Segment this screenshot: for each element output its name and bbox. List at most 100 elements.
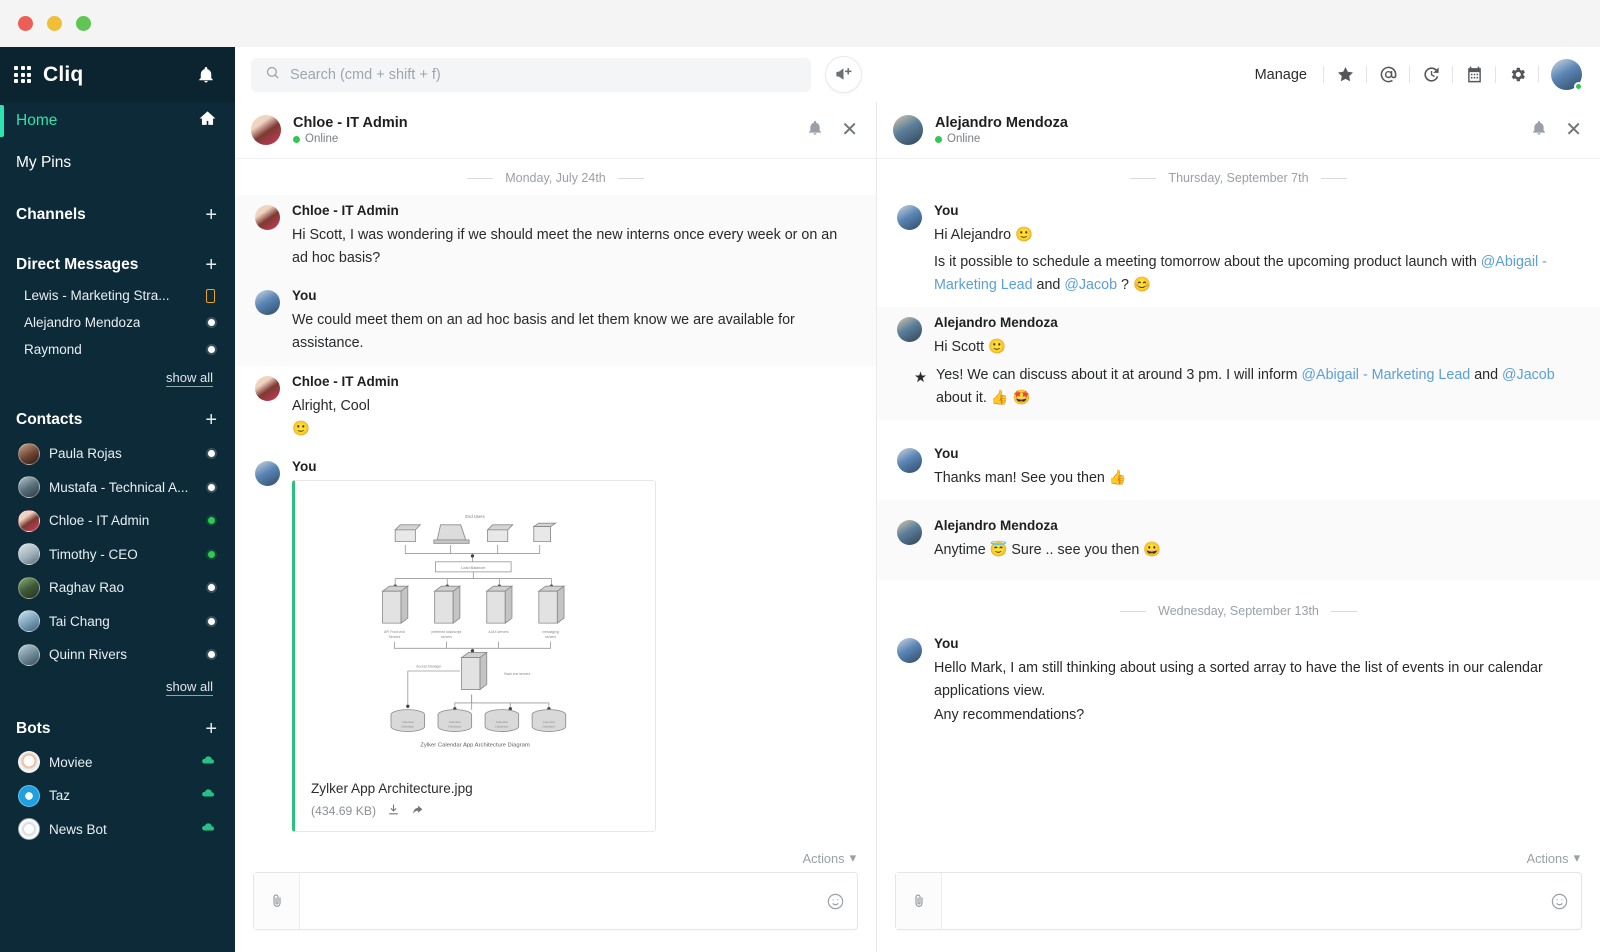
add-bot-button[interactable]: + (205, 719, 217, 739)
dm-show-all[interactable]: show all (0, 363, 235, 387)
chevron-down-icon: ▾ (849, 850, 856, 865)
maximize-window-button[interactable] (76, 16, 91, 31)
add-dm-button[interactable]: + (205, 255, 217, 275)
search-icon (265, 65, 280, 85)
status-label: Online (947, 133, 981, 145)
sidebar-contact-quinn-rivers[interactable]: Quinn Rivers (0, 638, 235, 672)
smiley-icon[interactable] (813, 892, 857, 911)
manage-button[interactable]: Manage (1255, 67, 1323, 83)
status-dot-away (208, 617, 215, 625)
section-header-direct-messages[interactable]: Direct Messages + (0, 248, 235, 282)
day-separator: Monday, July 24th (235, 159, 876, 195)
avatar[interactable] (255, 205, 280, 230)
message-item: You We could meet them on an ad hoc basi… (235, 280, 876, 366)
attachment-thumbnail[interactable]: End Users Load Balancer API Front-end Se… (311, 494, 639, 763)
section-header-contacts[interactable]: Contacts + (0, 403, 235, 437)
mention-jacob[interactable]: @Jacob (1502, 367, 1555, 383)
user-avatar[interactable] (1551, 59, 1583, 91)
message-sender: You (292, 458, 317, 474)
contacts-show-all[interactable]: show all (0, 672, 235, 696)
mention-abigail[interactable]: @Abigail - Marketing Lead (1302, 367, 1471, 383)
chat-header-actions: ✕ (807, 120, 858, 141)
sidebar-dm-lewis[interactable]: Lewis - Marketing Stra... (0, 282, 235, 309)
message-list-left[interactable]: Monday, July 24th Chloe - IT Admin Hi Sc… (235, 159, 876, 850)
contact-name: Chloe - IT Admin (49, 513, 150, 529)
mention-jacob[interactable]: @Jacob (1064, 277, 1117, 293)
avatar[interactable] (251, 115, 281, 145)
smiley-icon[interactable] (1537, 892, 1581, 911)
avatar[interactable] (897, 638, 922, 664)
presence-dot (293, 135, 300, 143)
actions-dropdown-right[interactable]: Actions ▾ (1527, 850, 1580, 866)
history-icon[interactable] (1410, 58, 1452, 92)
avatar[interactable] (897, 520, 922, 546)
actions-label: Actions (1526, 850, 1569, 866)
minimize-window-button[interactable] (47, 16, 62, 31)
grid-apps-icon[interactable] (14, 66, 31, 83)
sidebar-contact-tai-chang[interactable]: Tai Chang (0, 605, 235, 639)
section-header-bots[interactable]: Bots + (0, 712, 235, 746)
chat-title: Chloe - IT Admin (293, 115, 408, 131)
sidebar-contact-mustafa[interactable]: Mustafa - Technical A... (0, 471, 235, 505)
message-text: Hi Scott, I was wondering if we should m… (292, 227, 838, 267)
sidebar-item-home[interactable]: Home (0, 102, 235, 140)
calendar-icon[interactable] (1453, 58, 1495, 92)
attachment-card[interactable]: End Users Load Balancer API Front-end Se… (292, 479, 656, 832)
megaphone-plus-icon[interactable] (825, 56, 862, 93)
sidebar-dm-alejandro[interactable]: Alejandro Mendoza (0, 309, 235, 336)
chat-header-actions: ✕ (1531, 120, 1582, 141)
attachment-size: (434.69 KB) (311, 803, 377, 818)
day-separator: Wednesday, September 13th (877, 580, 1600, 628)
chat-title: Alejandro Mendoza (935, 115, 1068, 131)
starred-icon[interactable]: ★ (914, 364, 936, 390)
avatar[interactable] (255, 460, 280, 486)
bell-icon[interactable] (807, 120, 823, 141)
avatar[interactable] (255, 375, 280, 401)
brand-area[interactable]: Cliq (14, 63, 83, 87)
actions-dropdown-left[interactable]: Actions ▾ (803, 850, 856, 866)
add-channel-button[interactable]: + (205, 205, 217, 225)
sidebar-contact-chloe[interactable]: Chloe - IT Admin (0, 504, 235, 538)
paperclip-icon[interactable] (896, 873, 942, 929)
forward-icon[interactable] (411, 803, 424, 819)
sidebar-bot-news-bot[interactable]: News Bot (0, 813, 235, 847)
close-icon[interactable]: ✕ (1565, 120, 1582, 140)
download-icon[interactable] (387, 803, 400, 819)
sidebar-bot-moviee[interactable]: Moviee (0, 746, 235, 780)
sidebar-dm-raymond[interactable]: Raymond (0, 336, 235, 363)
avatar[interactable] (255, 290, 280, 316)
search-box[interactable] (251, 57, 811, 92)
bell-icon[interactable] (191, 60, 221, 90)
at-mention-icon[interactable] (1367, 58, 1409, 92)
section-header-channels[interactable]: Channels + (0, 198, 235, 232)
add-contact-button[interactable]: + (205, 410, 217, 430)
sidebar-contact-timothy[interactable]: Timothy - CEO (0, 538, 235, 572)
sidebar-contact-paula-rojas[interactable]: Paula Rojas (0, 437, 235, 471)
svg-text:Database: Database (495, 724, 508, 728)
avatar[interactable] (897, 317, 922, 343)
message-input-right[interactable] (942, 893, 1537, 909)
message-composer-right[interactable] (895, 872, 1582, 930)
message-list-right[interactable]: Thursday, September 7th You Hi Alejandro… (877, 159, 1600, 850)
avatar[interactable] (897, 205, 922, 230)
search-input[interactable] (290, 66, 797, 83)
sidebar-contact-raghav[interactable]: Raghav Rao (0, 571, 235, 605)
sidebar-bot-taz[interactable]: Taz (0, 779, 235, 813)
sidebar-item-my-pins[interactable]: My Pins (0, 144, 235, 182)
bell-icon[interactable] (1531, 120, 1547, 141)
sidebar-scroll[interactable]: Home My Pins Channels + Direct Messages (0, 102, 235, 952)
avatar[interactable] (893, 115, 923, 145)
close-window-button[interactable] (18, 16, 33, 31)
avatar[interactable] (897, 447, 922, 473)
avatar (18, 610, 40, 633)
message-composer-left[interactable] (253, 872, 858, 930)
svg-text:Back end servers: Back end servers (504, 672, 530, 676)
app-title: Cliq (43, 62, 84, 86)
close-icon[interactable]: ✕ (841, 120, 858, 140)
svg-text:Database: Database (542, 724, 555, 728)
star-icon[interactable] (1324, 58, 1366, 92)
paperclip-icon[interactable] (254, 873, 300, 929)
gear-icon[interactable] (1496, 58, 1538, 92)
message-input-left[interactable] (300, 893, 813, 909)
message-sender: Alejandro Mendoza (934, 518, 1058, 534)
